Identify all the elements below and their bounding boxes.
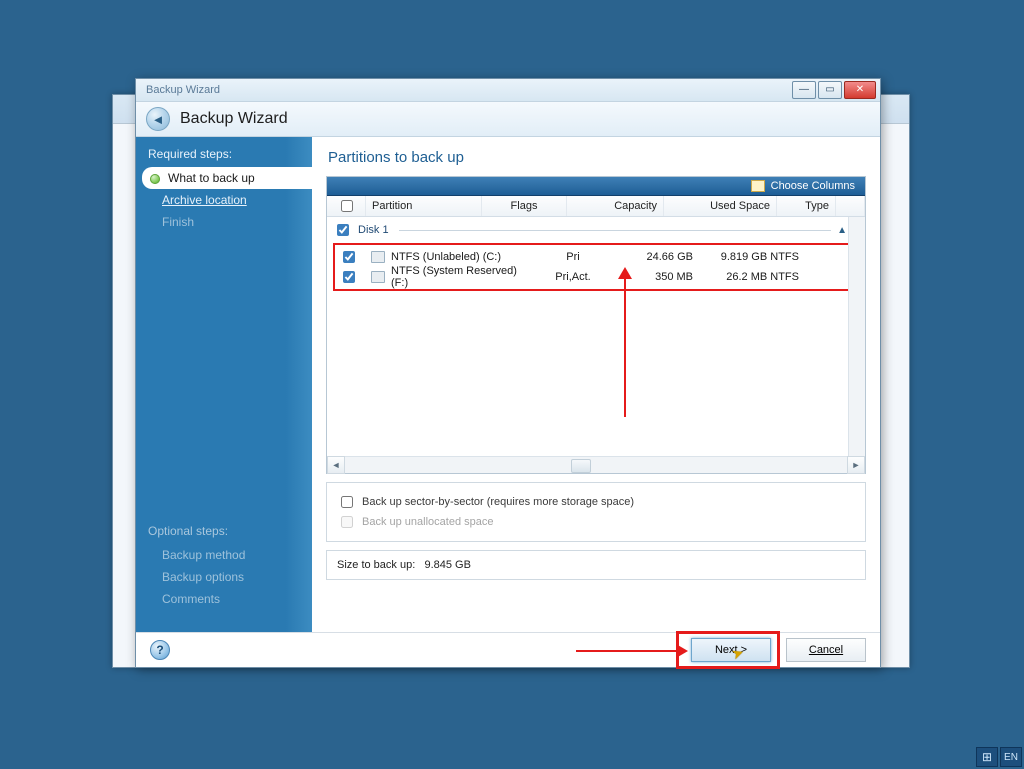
partition-checkbox[interactable] <box>343 251 355 263</box>
close-button[interactable]: ✕ <box>844 81 876 99</box>
partition-flags: Pri,Act. <box>537 271 609 283</box>
partition-used: 9.819 GB <box>721 251 767 263</box>
unallocated-checkbox: Back up unallocated space <box>337 513 855 531</box>
sidebar-item-comments: Comments <box>136 588 312 610</box>
columns-icon <box>751 180 765 192</box>
header-type[interactable]: Type <box>777 196 836 216</box>
help-icon[interactable]: ? <box>150 640 170 660</box>
annotation-next-highlight: Next > ➤ <box>676 631 780 669</box>
choose-columns-bar[interactable]: Choose Columns <box>327 177 865 196</box>
column-headers: Partition Flags Capacity Used Space Type <box>327 196 865 217</box>
back-button[interactable]: ◄ <box>146 107 170 131</box>
size-value: 9.845 GB <box>424 559 470 571</box>
minimize-button[interactable]: — <box>792 81 816 99</box>
partition-list: Disk 1 ▲ NTFS (Unlabeled) (C:) Pri 24.66… <box>327 217 865 456</box>
tray-windows-icon[interactable]: ⊞ <box>976 747 998 767</box>
partition-table: Choose Columns Partition Flags Capacity … <box>326 176 866 474</box>
partition-capacity: 350 MB <box>609 271 699 283</box>
sidebar-item-archive-location[interactable]: Archive location <box>136 189 312 211</box>
sidebar-item-backup-options: Backup options <box>136 566 312 588</box>
header-title: Backup Wizard <box>180 110 288 128</box>
sector-by-sector-label: Back up sector-by-sector (requires more … <box>362 496 634 508</box>
options-frame: Back up sector-by-sector (requires more … <box>326 482 866 542</box>
header-capacity[interactable]: Capacity <box>567 196 664 216</box>
sidebar-item-label: Backup method <box>162 548 245 562</box>
scroll-thumb[interactable] <box>571 459 591 473</box>
partition-flags: Pri <box>537 251 609 263</box>
footer: ? Next > ➤ Cancel <box>136 632 880 667</box>
sidebar-item-label: Backup options <box>162 570 244 584</box>
next-button-label: Next > <box>715 644 747 656</box>
sidebar-item-label: Archive location <box>162 193 247 207</box>
optional-steps-label: Optional steps: <box>136 520 312 544</box>
sidebar-item-what-to-back-up[interactable]: What to back up <box>142 167 312 189</box>
maximize-button[interactable]: ▭ <box>818 81 842 99</box>
partition-capacity: 24.66 GB <box>609 251 699 263</box>
cancel-button-label: Cancel <box>809 644 843 656</box>
header-flags[interactable]: Flags <box>482 196 567 216</box>
size-frame: Size to back up: 9.845 GB <box>326 550 866 580</box>
drive-icon <box>371 251 385 263</box>
size-label: Size to back up: <box>337 559 415 571</box>
tray-language[interactable]: EN <box>1000 747 1022 767</box>
drive-icon <box>371 271 385 283</box>
titlebar[interactable]: Backup Wizard — ▭ ✕ <box>136 79 880 102</box>
required-steps-label: Required steps: <box>136 143 312 167</box>
backup-wizard-dialog: Backup Wizard — ▭ ✕ ◄ Backup Wizard Requ… <box>135 78 881 668</box>
scroll-right-button[interactable]: ► <box>847 456 865 474</box>
header-checkbox[interactable] <box>327 196 366 216</box>
partition-name: NTFS (Unlabeled) (C:) <box>391 251 501 263</box>
unallocated-label: Back up unallocated space <box>362 516 493 528</box>
header: ◄ Backup Wizard <box>136 102 880 137</box>
partition-checkbox[interactable] <box>343 271 355 283</box>
partition-name: NTFS (System Reserved) (F:) <box>391 265 537 289</box>
header-partition[interactable]: Partition <box>366 196 482 216</box>
partition-row[interactable]: NTFS (Unlabeled) (C:) Pri 24.66 GB 9.819… <box>335 247 851 267</box>
scroll-track[interactable] <box>345 458 847 472</box>
taskbar-tray: ⊞ EN <box>976 747 1022 767</box>
header-used-space[interactable]: Used Space <box>664 196 777 216</box>
sidebar-item-finish: Finish <box>136 211 312 233</box>
vertical-scrollbar[interactable] <box>848 217 865 456</box>
sidebar-item-backup-method: Backup method <box>136 544 312 566</box>
scroll-left-button[interactable]: ◄ <box>327 456 345 474</box>
partition-used: 26.2 MB <box>726 271 767 283</box>
next-button[interactable]: Next > ➤ <box>691 638 771 662</box>
cancel-button[interactable]: Cancel <box>786 638 866 662</box>
choose-columns-label: Choose Columns <box>771 180 855 192</box>
sector-by-sector-checkbox[interactable]: Back up sector-by-sector (requires more … <box>337 493 855 511</box>
disk-label: Disk 1 <box>358 224 389 236</box>
horizontal-scrollbar[interactable]: ◄ ► <box>327 456 865 473</box>
sidebar: Required steps: What to back up Archive … <box>136 137 312 632</box>
disk-checkbox[interactable] <box>337 224 349 236</box>
window-title: Backup Wizard <box>140 84 790 96</box>
sidebar-item-label: Finish <box>162 215 194 229</box>
main-panel: Partitions to back up Choose Columns Par… <box>312 137 880 632</box>
sidebar-item-label: Comments <box>162 592 220 606</box>
disk-group[interactable]: Disk 1 ▲ <box>327 217 865 241</box>
sidebar-item-label: What to back up <box>168 171 255 185</box>
annotation-highlight-box: NTFS (Unlabeled) (C:) Pri 24.66 GB 9.819… <box>333 243 853 291</box>
page-title: Partitions to back up <box>328 149 866 166</box>
partition-row[interactable]: NTFS (System Reserved) (F:) Pri,Act. 350… <box>335 267 851 287</box>
